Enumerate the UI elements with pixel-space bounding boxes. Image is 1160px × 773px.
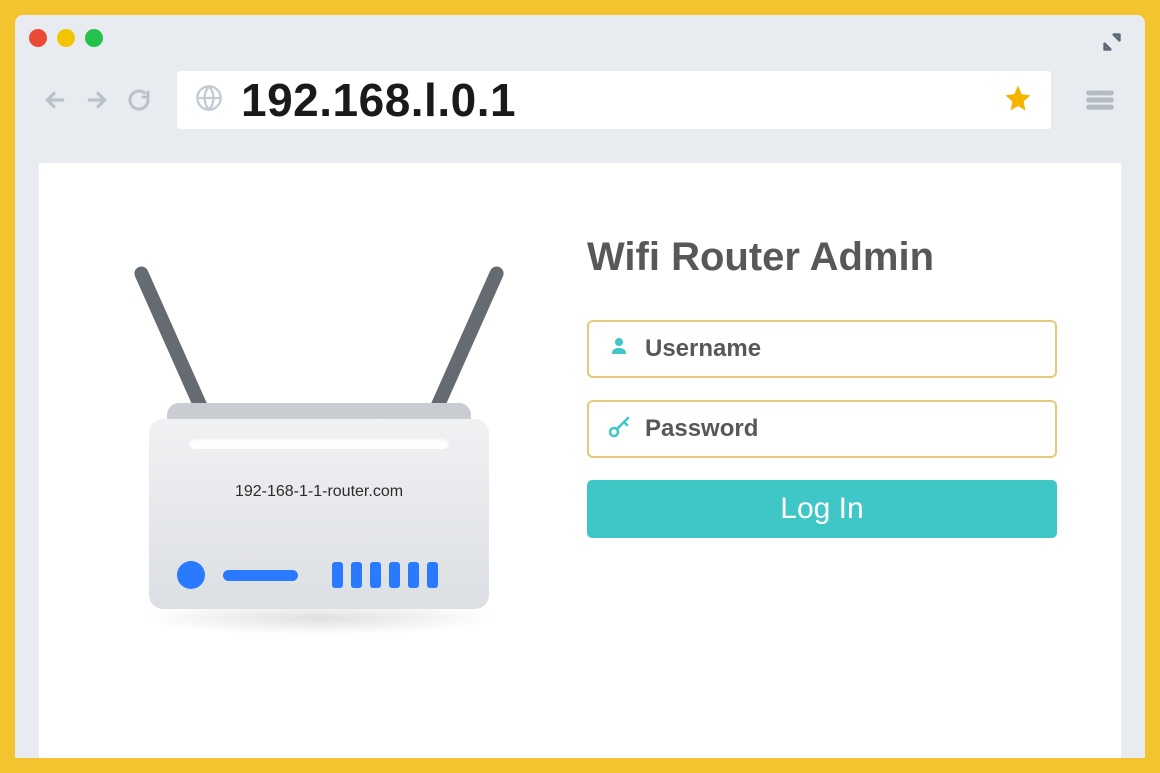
status-bar-light-icon <box>223 570 298 581</box>
login-form: Wifi Router Admin Log In <box>587 229 1057 538</box>
router-body: 192-168-1-1-router.com <box>149 419 489 609</box>
port-light-icon <box>370 562 381 588</box>
back-button[interactable] <box>39 84 71 116</box>
router-admin-page: 192-168-1-1-router.com <box>39 163 1121 758</box>
key-icon <box>607 415 631 444</box>
port-light-icon <box>332 562 343 588</box>
password-field-wrapper <box>587 400 1057 458</box>
browser-toolbar: 192.168.l.0.1 <box>15 61 1145 139</box>
minimize-window-button[interactable] <box>57 29 75 47</box>
menu-button[interactable] <box>1079 79 1121 121</box>
port-light-icon <box>427 562 438 588</box>
browser-tab[interactable] <box>131 15 501 61</box>
reload-button[interactable] <box>123 84 155 116</box>
fullscreen-icon[interactable] <box>1101 31 1123 58</box>
browser-window: 192.168.l.0.1 192-168-1-1-router.com <box>15 15 1145 758</box>
forward-button[interactable] <box>81 84 113 116</box>
port-light-icon <box>351 562 362 588</box>
port-light-icon <box>408 562 419 588</box>
power-light-icon <box>177 561 205 589</box>
router-illustration: 192-168-1-1-router.com <box>99 229 539 649</box>
close-window-button[interactable] <box>29 29 47 47</box>
login-button[interactable]: Log In <box>587 480 1057 538</box>
password-input[interactable] <box>645 415 1037 443</box>
globe-icon <box>195 84 223 117</box>
bookmark-star-icon[interactable] <box>1003 83 1033 118</box>
port-lights <box>332 562 438 588</box>
url-text: 192.168.l.0.1 <box>241 73 1003 127</box>
content-area: 192-168-1-1-router.com <box>15 139 1145 758</box>
page-title: Wifi Router Admin <box>587 235 1057 280</box>
router-lights <box>177 561 461 589</box>
router-slot <box>189 437 449 449</box>
user-icon <box>607 335 631 364</box>
username-field-wrapper <box>587 320 1057 378</box>
maximize-window-button[interactable] <box>85 29 103 47</box>
window-controls <box>29 29 103 47</box>
address-bar[interactable]: 192.168.l.0.1 <box>177 71 1051 129</box>
router-label: 192-168-1-1-router.com <box>149 483 489 501</box>
username-input[interactable] <box>645 335 1037 363</box>
tab-bar <box>15 15 1145 61</box>
port-light-icon <box>389 562 400 588</box>
